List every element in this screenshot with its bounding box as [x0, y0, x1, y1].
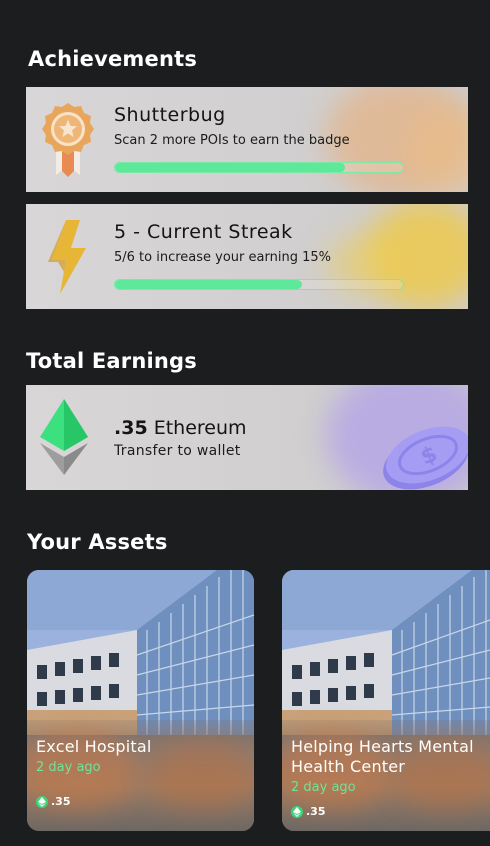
achievement-card-streak[interactable]: 5 - Current Streak 5/6 to increase your …	[26, 204, 468, 309]
medal-icon	[42, 103, 94, 177]
achievement-progress-bar	[114, 162, 404, 173]
achievements-heading: Achievements	[28, 47, 198, 71]
building-image	[27, 570, 254, 735]
achievement-subtitle: Scan 2 more POIs to earn the badge	[114, 133, 350, 148]
transfer-to-wallet-link[interactable]: Transfer to wallet	[114, 443, 241, 459]
asset-price-value: .35	[306, 805, 326, 818]
ethereum-icon	[40, 399, 88, 475]
earnings-card[interactable]: $ .35 Ethereum Transfer to wallet	[26, 385, 468, 490]
asset-name: Excel Hospital	[36, 737, 152, 756]
achievement-title: Shutterbug	[114, 104, 226, 126]
earnings-heading: Total Earnings	[26, 349, 197, 373]
earnings-amount: .35 Ethereum	[114, 417, 247, 439]
asset-card-helping-hearts[interactable]: Helping Hearts Mental Health Center 2 da…	[282, 570, 490, 831]
asset-price-value: .35	[51, 795, 71, 808]
earnings-value: .35	[114, 417, 148, 439]
ethereum-coin-icon	[36, 795, 48, 808]
coin-icon: $	[383, 426, 468, 490]
asset-price: .35	[291, 805, 326, 818]
lightning-icon	[48, 220, 86, 294]
achievement-progress-bar	[114, 279, 404, 290]
progress-fill	[115, 163, 346, 172]
asset-card-excel-hospital[interactable]: Excel Hospital 2 day ago .35	[27, 570, 254, 831]
earnings-currency: Ethereum	[153, 417, 247, 439]
achievement-title: 5 - Current Streak	[114, 221, 293, 243]
assets-heading: Your Assets	[27, 530, 168, 554]
achievement-card-shutterbug[interactable]: Shutterbug Scan 2 more POIs to earn the …	[26, 87, 468, 192]
asset-time: 2 day ago	[36, 760, 101, 775]
progress-fill	[115, 280, 303, 289]
asset-time: 2 day ago	[291, 780, 356, 795]
building-image	[282, 570, 490, 735]
achievement-subtitle: 5/6 to increase your earning 15%	[114, 250, 331, 265]
ethereum-coin-icon	[291, 805, 303, 818]
asset-name: Helping Hearts Mental Health Center	[291, 737, 474, 776]
asset-price: .35	[36, 795, 71, 808]
